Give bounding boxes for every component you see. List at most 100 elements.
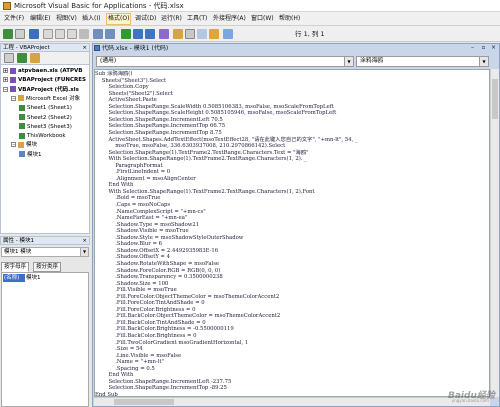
property-key: (名称) bbox=[3, 274, 25, 282]
code-window-titlebar: 代码.xlsx - 模块1 (代码) – ▫ × bbox=[93, 44, 499, 53]
tree-item[interactable]: − 模块 bbox=[11, 141, 37, 150]
find-icon[interactable] bbox=[79, 29, 89, 39]
excel-view-icon[interactable] bbox=[3, 29, 13, 39]
tree-item[interactable]: Sheet1 (Sheet1) bbox=[19, 104, 72, 113]
vba-app-icon bbox=[3, 2, 11, 10]
baidu-watermark: Baidu经验 jingyan.baidu.com bbox=[448, 388, 496, 403]
properties-object-value: 模块1 模块 bbox=[4, 249, 32, 255]
maximize-icon[interactable]: ▫ bbox=[479, 44, 488, 52]
procedure-select[interactable]: 涂鸦海鸥 ▼ bbox=[356, 56, 489, 67]
menu-item[interactable]: 帮助(H) bbox=[278, 14, 301, 24]
save-icon[interactable] bbox=[29, 29, 39, 39]
tree-node-icon bbox=[18, 141, 24, 148]
code-editor[interactable]: Sub 涂鸦海鸥() Sheets("Sheet3").Select Selec… bbox=[94, 69, 490, 397]
project-pane-title: 工程 - VBAProject bbox=[3, 45, 50, 51]
undo-icon[interactable] bbox=[93, 29, 103, 39]
tree-item[interactable]: + VBAProject (FUNCRES bbox=[3, 76, 86, 85]
menu-item[interactable]: 格式(O) bbox=[105, 13, 132, 25]
tree-item-label: Sheet2 (Sheet2) bbox=[27, 114, 72, 121]
object-select-value: (通用) bbox=[100, 58, 117, 64]
design-mode-icon[interactable] bbox=[159, 29, 169, 39]
properties-grid: (名称) 模块1 bbox=[1, 272, 89, 407]
tree-item-label: Sheet1 (Sheet1) bbox=[27, 105, 72, 112]
view-code-icon[interactable] bbox=[4, 53, 14, 63]
window-title: Microsoft Visual Basic for Applications … bbox=[14, 2, 184, 10]
close-icon[interactable]: × bbox=[489, 44, 498, 52]
object-browser-icon[interactable] bbox=[197, 29, 207, 39]
property-row[interactable]: (名称) 模块1 bbox=[2, 274, 88, 282]
chevron-down-icon[interactable]: ▼ bbox=[80, 248, 88, 256]
menu-item[interactable]: 调试(D) bbox=[134, 14, 157, 24]
tab-categorized[interactable]: 按分类序 bbox=[33, 262, 62, 272]
tree-item[interactable]: 模块1 bbox=[19, 151, 42, 160]
menu-item[interactable]: 插入(I) bbox=[81, 14, 101, 24]
redo-icon[interactable] bbox=[105, 29, 115, 39]
run-icon[interactable] bbox=[121, 29, 131, 39]
tree-item[interactable]: ThisWorkbook bbox=[19, 132, 66, 141]
tree-node-icon bbox=[10, 67, 16, 74]
property-value[interactable]: 模块1 bbox=[26, 274, 41, 282]
break-icon[interactable] bbox=[133, 29, 143, 39]
paste-icon[interactable] bbox=[67, 29, 77, 39]
menu-item[interactable]: 窗口(W) bbox=[250, 14, 275, 24]
tree-node-icon bbox=[19, 123, 25, 130]
toolbox-icon[interactable] bbox=[209, 29, 219, 39]
procedure-select-value: 涂鸦海鸥 bbox=[360, 58, 384, 64]
expand-icon[interactable]: + bbox=[3, 77, 8, 83]
chevron-down-icon[interactable]: ▼ bbox=[344, 57, 353, 66]
copy-icon[interactable] bbox=[55, 29, 65, 39]
module-icon bbox=[94, 45, 100, 51]
insert-module-icon[interactable] bbox=[15, 29, 25, 39]
menu-item[interactable]: 外接程序(A) bbox=[212, 14, 247, 24]
tree-node-icon bbox=[19, 104, 25, 111]
vertical-scrollbar[interactable] bbox=[490, 69, 499, 397]
chevron-down-icon[interactable]: ▼ bbox=[479, 57, 488, 66]
menu-item[interactable]: 运行(R) bbox=[160, 14, 183, 24]
cursor-position: 行 1, 列 1 bbox=[295, 30, 325, 38]
reset-icon[interactable] bbox=[145, 29, 155, 39]
menu-item[interactable]: 编辑(E) bbox=[29, 14, 51, 24]
properties-window-icon[interactable] bbox=[185, 29, 195, 39]
minimize-icon[interactable]: – bbox=[468, 44, 477, 52]
menu-bar: 文件(F) 编辑(E) 视图(V) 插入(I) 格式(O) 调试(D) 运行(R) 工具(T)… bbox=[0, 12, 500, 26]
collapse-icon[interactable]: − bbox=[11, 95, 16, 101]
tree-item-label: Microsoft Excel 对象 bbox=[26, 95, 81, 102]
tree-item-label: VBAProject (代码.xls bbox=[18, 86, 79, 93]
object-select[interactable]: (通用) ▼ bbox=[96, 56, 354, 67]
help-icon[interactable] bbox=[223, 29, 233, 39]
tree-item-label: atpvbaen.xls (ATPVB bbox=[18, 68, 83, 74]
menu-item[interactable]: 文件(F) bbox=[3, 14, 25, 24]
tree-item-label: ThisWorkbook bbox=[27, 133, 66, 140]
tree-item-label: 模块1 bbox=[27, 151, 42, 158]
standard-toolbar: 行 1, 列 1 bbox=[0, 26, 500, 42]
project-explorer-icon[interactable] bbox=[173, 29, 183, 39]
close-icon[interactable]: × bbox=[82, 237, 87, 245]
tree-item-label: 模块 bbox=[26, 142, 38, 149]
tree-item[interactable]: − VBAProject (代码.xls bbox=[3, 86, 79, 95]
tree-item[interactable]: Sheet3 (Sheet3) bbox=[19, 123, 72, 132]
expand-icon[interactable]: + bbox=[3, 68, 8, 73]
properties-object-select[interactable]: 模块1 模块 ▼ bbox=[1, 247, 89, 257]
properties-pane-header: 属性 - 模块1 × bbox=[0, 236, 90, 245]
menu-item[interactable]: 视图(V) bbox=[55, 14, 78, 24]
scrollbar-thumb[interactable] bbox=[492, 79, 498, 119]
tree-item[interactable]: Sheet2 (Sheet2) bbox=[19, 114, 72, 123]
tree-node-icon bbox=[19, 132, 25, 139]
close-icon[interactable]: × bbox=[82, 44, 87, 52]
tree-node-icon bbox=[18, 95, 24, 102]
collapse-icon[interactable]: − bbox=[11, 142, 16, 148]
tree-item[interactable]: − Microsoft Excel 对象 bbox=[11, 95, 80, 104]
cut-icon[interactable] bbox=[43, 29, 53, 39]
title-bar: Microsoft Visual Basic for Applications … bbox=[0, 0, 500, 12]
menu-item[interactable]: 工具(T) bbox=[186, 14, 208, 24]
scrollbar-thumb[interactable] bbox=[114, 399, 174, 405]
watermark-url: jingyan.baidu.com bbox=[452, 398, 489, 403]
collapse-icon[interactable]: − bbox=[3, 86, 8, 92]
horizontal-scrollbar[interactable] bbox=[94, 397, 490, 406]
view-object-icon[interactable] bbox=[17, 53, 27, 63]
tree-item-label: VBAProject (FUNCRES bbox=[18, 77, 86, 84]
tree-item[interactable]: + atpvbaen.xls (ATPVB bbox=[3, 67, 82, 76]
tree-node-icon bbox=[10, 76, 16, 83]
toggle-folders-icon[interactable] bbox=[30, 53, 40, 63]
tab-alphabetic[interactable]: 按字母序 bbox=[1, 262, 30, 272]
